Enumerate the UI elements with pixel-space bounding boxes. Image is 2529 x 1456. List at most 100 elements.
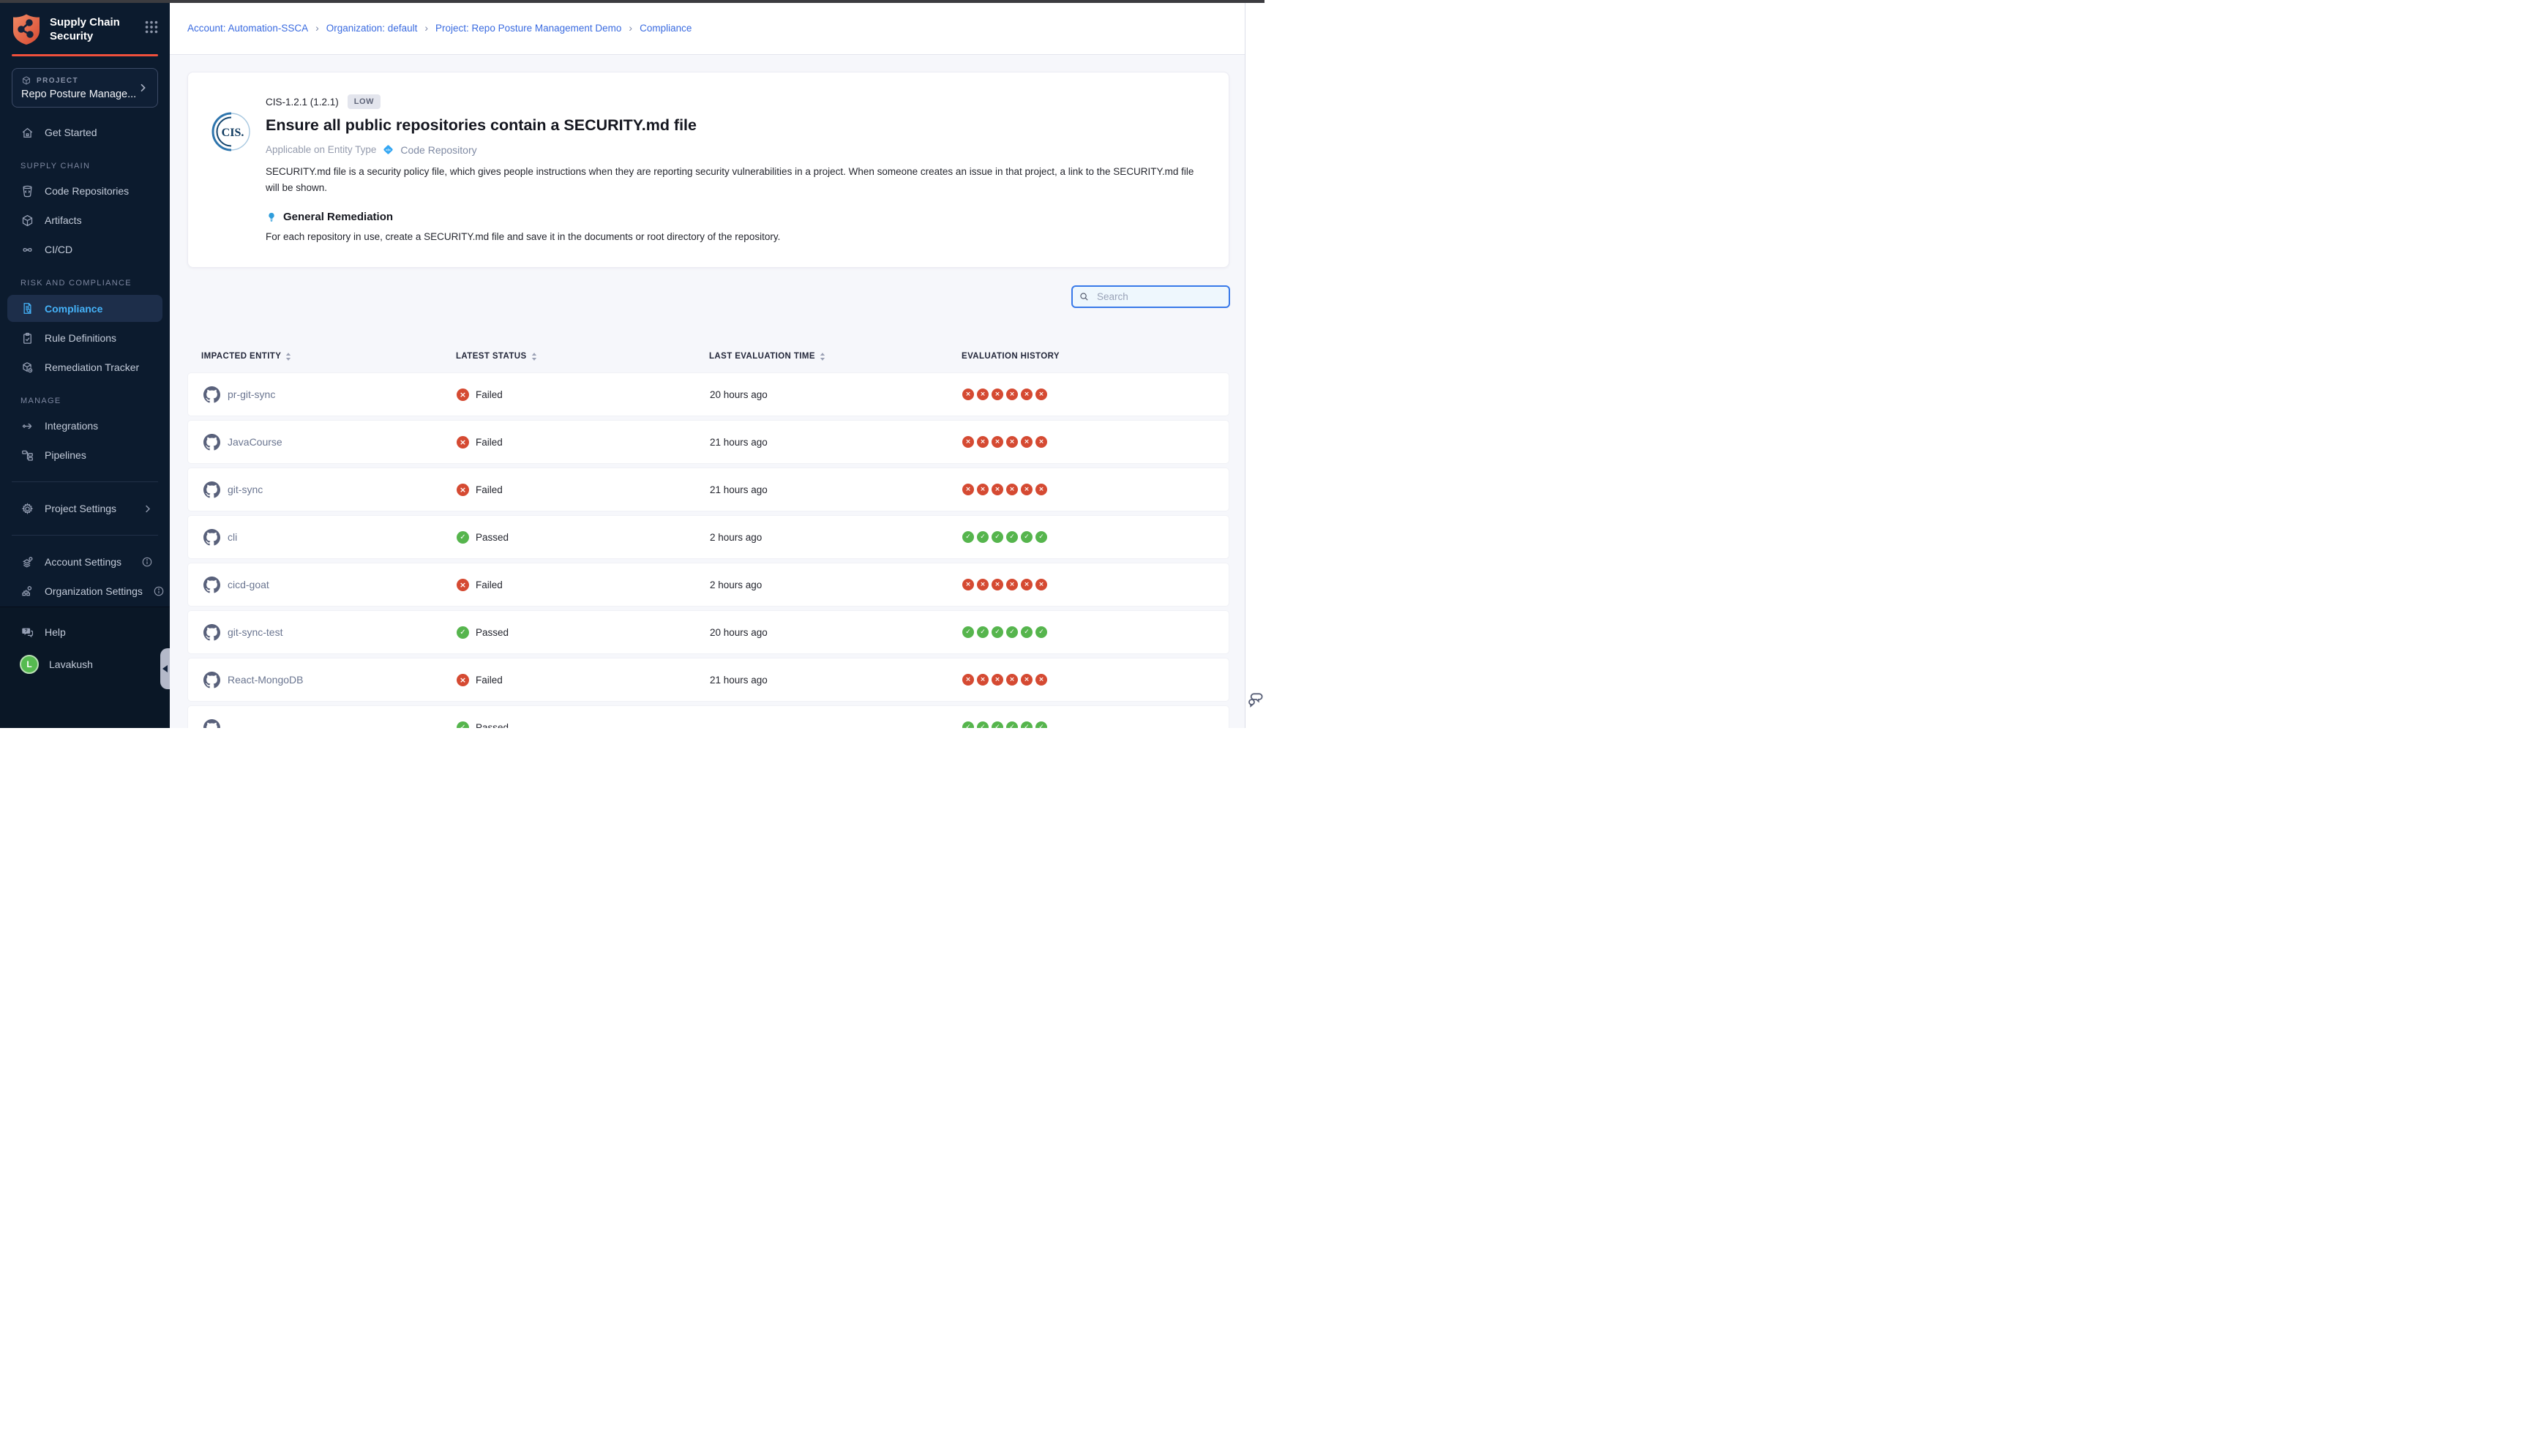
sidebar-item-project-settings[interactable]: Project Settings [7,494,162,523]
sidebar-item-rule-definitions[interactable]: Rule Definitions [7,323,162,353]
status-label: Passed [476,532,509,543]
project-cube-icon [21,75,31,86]
sidebar-divider [12,535,158,536]
last-evaluation-time-cell: 21 hours ago [710,484,962,495]
breadcrumb-item-2[interactable]: Project: Repo Posture Management Demo [435,23,621,34]
evaluation-history-cell: ×××××× [962,674,1229,686]
impacted-entity-cell[interactable]: React-MongoDB [188,672,457,688]
sidebar-item-user-profile[interactable]: L Lavakush [7,650,162,679]
last-evaluation-time-cell: 20 hours ago [710,389,962,400]
entity-name[interactable]: React-MongoDB [228,674,304,686]
pipelines-icon [20,448,34,462]
status-label: Failed [476,437,503,448]
entity-name[interactable]: pr-git-sync [228,389,275,400]
supply-chain-security-logo-icon [12,13,41,45]
sidebar-item-code-repositories[interactable]: Code Repositories [7,176,162,206]
sidebar-item-compliance[interactable]: Compliance [7,295,162,322]
evaluation-history-cell: ×××××× [962,389,1229,400]
column-header-latest-status[interactable]: LATEST STATUS [456,352,709,361]
table-row[interactable]: cicd-goat × Failed 2 hours ago ×××××× [187,563,1229,607]
evaluation-passed-icon: ✓ [1006,721,1018,728]
project-label: PROJECT [37,77,78,85]
evaluation-failed-icon: × [1021,579,1033,590]
user-avatar: L [20,655,39,674]
status-label: Failed [476,484,503,495]
status-passed-icon: ✓ [457,721,469,729]
breadcrumb-separator: › [315,22,319,34]
evaluation-failed-icon: × [977,484,989,495]
rule-detail-card: CIS. CIS-1.2.1 (1.2.1) LOW Ensure all pu… [187,72,1229,268]
impacted-entity-cell[interactable] [188,719,457,729]
status-failed-icon: × [457,484,469,496]
impacted-entity-cell[interactable]: cicd-goat [188,577,457,593]
table-row[interactable]: pr-git-sync × Failed 20 hours ago ×××××× [187,372,1229,416]
evaluation-failed-icon: × [962,436,974,448]
evaluation-passed-icon: ✓ [1035,531,1047,543]
table-row[interactable]: cli ✓ Passed 2 hours ago ✓✓✓✓✓✓ [187,515,1229,559]
entity-name[interactable]: cli [228,531,237,543]
column-header-impacted-entity[interactable]: IMPACTED ENTITY [187,352,456,361]
sidebar-item-get-started[interactable]: Get Started [7,118,162,147]
sidebar-collapse-handle[interactable] [160,648,170,689]
evaluation-failed-icon: × [992,674,1003,686]
evaluation-failed-icon: × [1021,389,1033,400]
sidebar-item-remediation-tracker[interactable]: Remediation Tracker [7,353,162,382]
github-icon [203,529,220,546]
sort-icon [820,352,825,361]
entity-name[interactable]: git-sync [228,484,263,495]
column-header-last-evaluation-time[interactable]: LAST EVALUATION TIME [709,352,962,361]
evaluation-history-cell: ✓✓✓✓✓✓ [962,721,1229,728]
evaluation-history-cell: ✓✓✓✓✓✓ [962,626,1229,638]
breadcrumb-item-1[interactable]: Organization: default [326,23,418,34]
table-row[interactable]: git-sync × Failed 21 hours ago ×××××× [187,468,1229,511]
breadcrumb-item-0[interactable]: Account: Automation-SSCA [187,23,308,34]
evaluation-passed-icon: ✓ [992,626,1003,638]
impacted-entity-cell[interactable]: git-sync [188,481,457,498]
status-label: Failed [476,675,503,686]
sidebar-section-manage: MANAGE [0,382,170,411]
impacted-entity-cell[interactable]: cli [188,529,457,546]
app-switcher-grid-icon[interactable] [143,19,160,35]
github-icon [203,434,220,451]
latest-status-cell: × Failed [457,389,710,401]
evaluation-failed-icon: × [1006,436,1018,448]
table-row[interactable]: ✓ Passed ✓✓✓✓✓✓ [187,705,1229,728]
table-row[interactable]: git-sync-test ✓ Passed 20 hours ago ✓✓✓✓… [187,610,1229,654]
brand-row: Supply Chain Security [0,3,170,53]
home-icon [20,125,34,140]
breadcrumb-item-3[interactable]: Compliance [640,23,692,34]
table-row[interactable]: JavaCourse × Failed 21 hours ago ×××××× [187,420,1229,464]
sidebar-item-integrations[interactable]: Integrations [7,411,162,440]
impacted-entity-cell[interactable]: pr-git-sync [188,386,457,403]
latest-status-cell: × Failed [457,436,710,449]
code-repository-icon: </> [382,143,394,156]
search-input[interactable] [1095,291,1226,302]
table-row[interactable]: React-MongoDB × Failed 21 hours ago ××××… [187,658,1229,702]
remediation-title: General Remediation [283,211,393,223]
entity-name[interactable]: JavaCourse [228,436,282,448]
svg-text:</>: </> [386,148,391,151]
sidebar-item-pipelines[interactable]: Pipelines [7,440,162,470]
breadcrumb: Account: Automation-SSCA › Organization: d… [170,3,1264,55]
project-selector[interactable]: PROJECT Repo Posture Manage... [12,68,158,108]
last-evaluation-time-cell: 21 hours ago [710,437,962,448]
status-failed-icon: × [457,436,469,449]
sidebar-item-help[interactable]: ? Help [7,618,162,647]
sidebar-item-account-settings[interactable]: Account Settings [7,547,162,577]
status-failed-icon: × [457,674,469,686]
evaluation-passed-icon: ✓ [962,531,974,543]
impacted-entity-cell[interactable]: JavaCourse [188,434,457,451]
evaluation-failed-icon: × [977,389,989,400]
entity-name[interactable]: cicd-goat [228,579,269,590]
sidebar-item-organization-settings[interactable]: Organization Settings [7,577,162,606]
feedback-chat-icon[interactable] [1246,691,1264,709]
status-passed-icon: ✓ [457,531,469,544]
sidebar-item-artifacts[interactable]: Artifacts [7,206,162,235]
entity-name[interactable]: git-sync-test [228,626,282,638]
status-label: Failed [476,579,503,590]
impacted-entity-cell[interactable]: git-sync-test [188,624,457,641]
repo-icon [20,184,34,198]
sidebar-item-ci-cd[interactable]: CI/CD [7,235,162,264]
search-icon [1079,291,1090,302]
evaluation-failed-icon: × [992,484,1003,495]
